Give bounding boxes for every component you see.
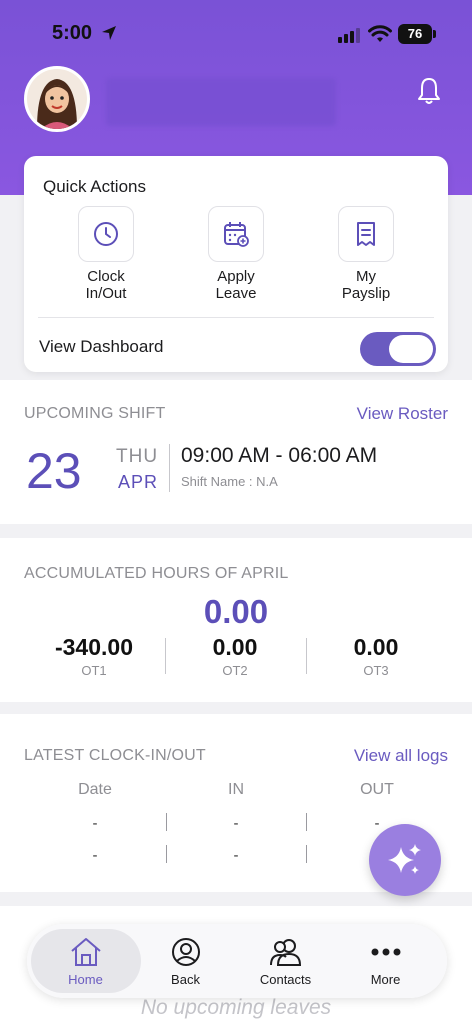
tab-contacts-label: Contacts (259, 972, 312, 987)
tab-back-label: Back (171, 972, 200, 987)
clock-icon (94, 222, 118, 246)
ot2-value: 0.00 (212, 634, 258, 660)
view-dashboard-label: View Dashboard (39, 337, 164, 356)
tab-contacts[interactable]: Contacts (233, 924, 338, 998)
tab-more[interactable]: More (333, 924, 438, 998)
battery-indicator: 76 (398, 24, 432, 44)
home-icon (70, 938, 101, 966)
view-dashboard-toggle[interactable] (360, 332, 436, 366)
log-pipe (306, 813, 307, 831)
accumulated-hours-card: ACCUMULATED HOURS OF APRIL 0.00 -340.00 … (0, 538, 472, 702)
cellular-signal-icon (338, 28, 360, 43)
calendar-add-icon (224, 222, 249, 247)
toggle-knob (389, 335, 433, 363)
shift-name: Shift Name : N.A (181, 474, 278, 489)
ai-assistant-button[interactable] (369, 824, 441, 896)
divider (38, 317, 434, 318)
upcoming-shift-title: UPCOMING SHIFT (24, 405, 166, 422)
status-time: 5:00 (52, 22, 93, 44)
ot2-label: OT2 (222, 663, 248, 678)
bottom-tab-bar: Home Back Contacts More (27, 924, 447, 998)
clock-in-out-button[interactable]: Clock In/Out (46, 206, 166, 302)
log-row-2-date: - (92, 847, 98, 864)
ot2-column: 0.00 OT2 (160, 634, 310, 678)
ot1-label: OT1 (81, 663, 107, 678)
log-row-1-date: - (92, 815, 98, 832)
receipt-icon (357, 222, 375, 246)
clock-in-out-label: Clock In/Out (85, 268, 127, 302)
shift-time: 09:00 AM - 06:00 AM (181, 444, 378, 467)
log-header-in: IN (228, 781, 244, 798)
log-pipe (166, 845, 167, 863)
tab-back[interactable]: Back (133, 924, 238, 998)
my-payslip-label: My Payslip (341, 268, 391, 302)
quick-actions-card: Quick Actions Clock In/Out Apply Leave M… (24, 156, 448, 372)
accumulated-hours-title: ACCUMULATED HOURS OF APRIL (24, 565, 289, 582)
notification-bell-icon[interactable] (414, 76, 444, 106)
location-arrow-icon (102, 26, 116, 40)
tab-home-label: Home (68, 972, 103, 987)
clock-logs-title: LATEST CLOCK-IN/OUT (24, 747, 206, 764)
log-row-1-in: - (233, 815, 239, 832)
status-bar: 5:00 76 (0, 0, 472, 60)
shift-separator (169, 444, 170, 492)
clock-icon-box (78, 206, 134, 262)
apply-leave-button[interactable]: Apply Leave (176, 206, 296, 302)
log-header-date: Date (78, 781, 112, 798)
ot1-value: -340.00 (54, 634, 133, 660)
receipt-icon-box (338, 206, 394, 262)
no-upcoming-leaves-text: No upcoming leaves (140, 996, 332, 1019)
ot3-value: 0.00 (353, 634, 399, 660)
ot3-column: 0.00 OT3 (301, 634, 451, 678)
log-pipe (166, 813, 167, 831)
tab-more-label: More (370, 972, 401, 987)
wifi-icon (368, 25, 392, 42)
log-pipe (306, 845, 307, 863)
shift-day: 23 (26, 443, 82, 499)
log-header-out: OUT (360, 781, 394, 798)
ot1-column: -340.00 OT1 (19, 634, 169, 678)
shift-weekday: THU (116, 446, 159, 467)
ot3-label: OT3 (363, 663, 389, 678)
view-roster-link[interactable]: View Roster (357, 404, 448, 424)
username-redacted (106, 78, 336, 126)
accumulated-total: 0.00 (203, 593, 269, 630)
my-payslip-button[interactable]: My Payslip (306, 206, 426, 302)
avatar[interactable] (24, 66, 90, 132)
calendar-icon-box (208, 206, 264, 262)
user-icon (171, 938, 200, 966)
contacts-icon (269, 939, 301, 966)
log-row-2-in: - (233, 847, 239, 864)
apply-leave-label: Apply Leave (215, 268, 257, 302)
sparkle-icon (388, 844, 421, 874)
upcoming-shift-card: UPCOMING SHIFT View Roster 23 THU APR 09… (0, 380, 472, 524)
more-icon (371, 948, 400, 956)
avatar-illustration (27, 69, 87, 129)
quick-actions-title: Quick Actions (43, 177, 146, 196)
battery-tip (433, 30, 436, 38)
shift-month: APR (118, 472, 159, 492)
tab-home[interactable]: Home (33, 924, 138, 998)
view-all-logs-link[interactable]: View all logs (354, 746, 448, 766)
